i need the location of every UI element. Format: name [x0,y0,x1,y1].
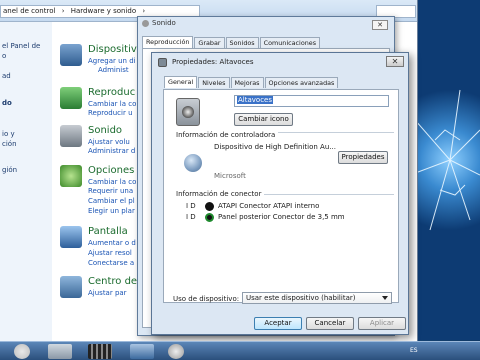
category-link[interactable]: Elegir un plar [88,207,135,215]
language-indicator[interactable]: ES [410,347,418,354]
category-link[interactable]: Conectarse a [88,259,134,267]
category-link[interactable]: Agregar un di [88,57,136,65]
tab-sounds[interactable]: Sonidos [225,37,259,48]
category-title[interactable]: Pantalla [88,226,128,237]
connector-heading: Información de conector [176,190,265,198]
autoplay-icon [60,87,82,109]
category-link[interactable]: Aumentar o d [88,239,136,247]
system-tray: ES [410,344,480,359]
display-monitor-icon [60,226,82,248]
sidebar-item[interactable]: el Panel de [2,42,40,50]
explorer-icon[interactable] [48,344,72,359]
apply-button[interactable]: Aplicar [358,317,406,330]
controller-name: Dispositivo de High Definition Au... [214,143,336,151]
jack-icon [205,202,214,211]
breadcrumb-separator: › [61,7,65,15]
video-editor-icon[interactable] [88,344,112,359]
speaker-icon [176,98,200,126]
breadcrumb-separator: › [142,7,146,15]
properties-button[interactable]: Propiedades [338,151,388,164]
category-link[interactable]: Cambiar la co [88,178,136,186]
tab-communications[interactable]: Comunicaciones [259,37,321,48]
chrome-icon[interactable] [14,344,30,359]
tab-bar: General Niveles Mejoras Opciones avanzad… [164,76,339,88]
breadcrumb-item[interactable]: anel de control [3,7,55,15]
desktop-wallpaper-crack [410,0,480,340]
category-title[interactable]: Sonido [88,125,122,136]
tab-general[interactable]: General [164,76,198,88]
speaker-icon[interactable] [168,344,184,359]
connector-id-label: I D [186,202,196,210]
ok-button[interactable]: Aceptar [254,317,302,330]
tab-advanced[interactable]: Opciones avanzadas [264,77,339,88]
connector-id-label: I D [186,213,196,221]
properties-dialog: Propiedades: Altavoces ✕ General Niveles… [151,52,409,335]
device-name-input[interactable]: Altavoces [234,95,389,107]
close-button[interactable]: ✕ [372,20,388,30]
power-options-icon [60,165,82,187]
dialog-title: Propiedades: Altavoces [172,58,254,66]
category-link[interactable]: Ajustar resol [88,249,132,257]
sound-window-icon [142,19,149,27]
connector-text: Panel posterior Conector de 3,5 mm [218,213,345,221]
category-link[interactable]: Administ [98,66,129,74]
sidebar-item[interactable]: io y [2,130,15,138]
chevron-down-icon [382,296,388,300]
jack-icon [205,213,214,222]
cancel-button[interactable]: Cancelar [306,317,354,330]
category-title[interactable]: Reproduc [88,87,135,98]
category-link[interactable]: Ajustar volu [88,138,130,146]
sound-speaker-icon [60,125,82,147]
category-title[interactable]: Dispositiv [88,44,137,55]
controller-heading: Información de controladora [176,131,279,139]
sidebar: el Panel de o ad do io y ción gión [0,22,52,345]
breadcrumb-item[interactable]: Hardware y sonido [71,7,136,15]
taskbar: ES [0,341,480,360]
category-link[interactable]: Cambiar la co [88,100,136,108]
category-title[interactable]: Opciones [88,165,134,176]
category-link[interactable]: Reproducir u [88,109,133,117]
tab-bar: Reproducción Grabar Sonidos Comunicacion… [142,36,321,48]
category-link[interactable]: Administrar d [88,147,135,155]
tab-levels[interactable]: Niveles [198,77,230,88]
usage-label: Uso de dispositivo: [173,295,240,303]
sidebar-item[interactable]: ad [2,72,11,80]
devices-printers-icon [60,44,82,66]
manufacturer-text: Microsoft [214,172,246,180]
sidebar-item-current[interactable]: do [2,99,12,107]
speaker-driver-icon [184,154,202,172]
tab-enhancements[interactable]: Mejoras [230,77,264,88]
close-button[interactable]: ✕ [386,56,404,67]
speaker-icon [158,58,167,67]
category-title[interactable]: Centro de [88,276,137,287]
sidebar-item[interactable]: o [2,52,6,60]
sidebar-item[interactable]: ción [2,140,17,148]
sidebar-item[interactable]: gión [2,166,17,174]
general-tab-panel: Altavoces Cambiar icono Información de c… [163,89,399,303]
tab-playback[interactable]: Reproducción [142,36,194,48]
usage-select[interactable]: Usar este dispositivo (habilitar) [242,292,392,304]
control-panel-icon[interactable] [130,344,154,359]
category-link[interactable]: Cambiar el pl [88,197,135,205]
category-link[interactable]: Ajustar par [88,289,127,297]
mobility-center-icon [60,276,82,298]
change-icon-button[interactable]: Cambiar icono [234,113,293,126]
tab-recording[interactable]: Grabar [194,37,225,48]
connector-text: ATAPI Conector ATAPI interno [218,202,320,210]
category-link[interactable]: Requerir una [88,187,133,195]
window-title: Sonido [142,19,176,27]
